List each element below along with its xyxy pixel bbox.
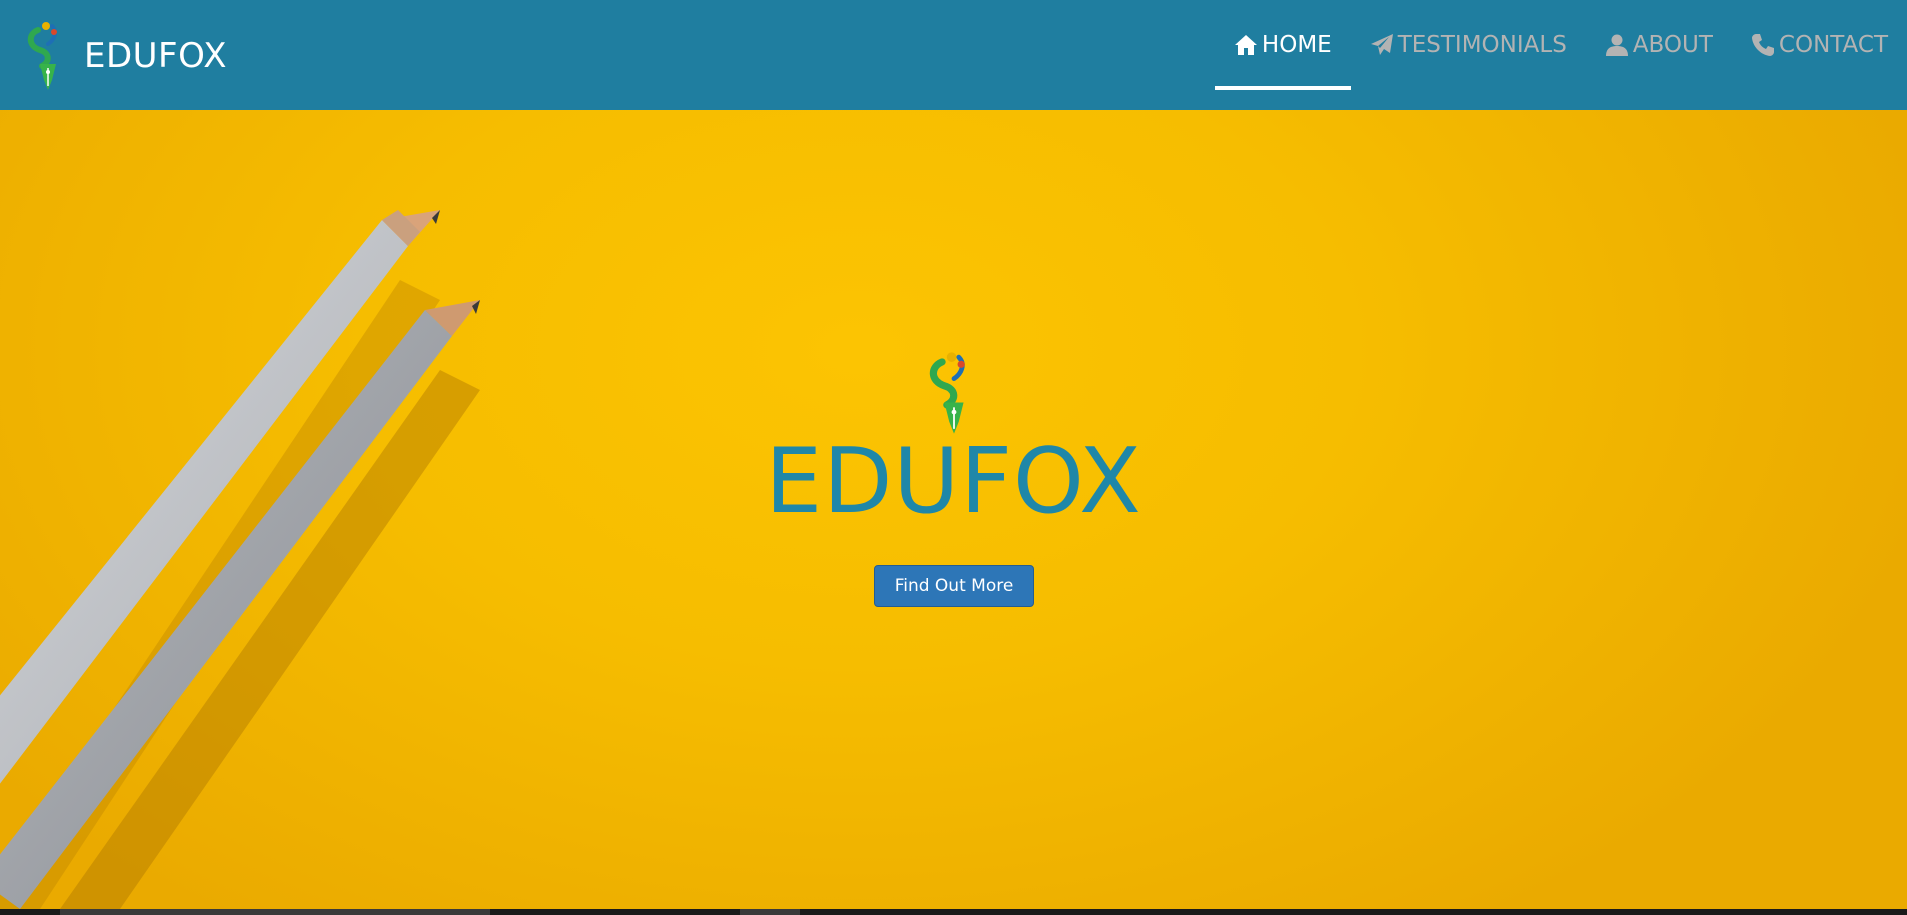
nav-item-testimonials[interactable]: TESTIMONIALS	[1351, 0, 1586, 90]
scrollbar-thumb-secondary[interactable]	[740, 909, 800, 915]
find-out-more-button[interactable]: Find Out More	[874, 565, 1034, 607]
hero-content: EDUFOX Find Out More	[0, 110, 1907, 909]
top-navbar: EDUFOX HOME TESTIMONIALS ABOUT CONTACT	[0, 0, 1907, 110]
brand-link[interactable]: EDUFOX	[24, 20, 227, 92]
brand-name: EDUFOX	[84, 36, 227, 76]
hero-title: EDUFOX	[765, 429, 1142, 534]
hero-section: EDUFOX Find Out More	[0, 110, 1907, 909]
nav-label-home: HOME	[1261, 32, 1332, 58]
nav-item-about[interactable]: ABOUT	[1586, 0, 1732, 90]
nav-label-contact: CONTACT	[1778, 32, 1888, 58]
nav-label-about: ABOUT	[1632, 32, 1713, 58]
paper-plane-icon	[1370, 33, 1394, 57]
nav-label-testimonials: TESTIMONIALS	[1397, 32, 1567, 58]
main-nav: HOME TESTIMONIALS ABOUT CONTACT	[1214, 0, 1907, 110]
nav-item-contact[interactable]: CONTACT	[1732, 0, 1907, 90]
nav-item-home[interactable]: HOME	[1214, 0, 1351, 90]
phone-icon	[1751, 33, 1775, 57]
edufox-hero-logo-icon	[929, 352, 965, 434]
home-icon	[1234, 33, 1258, 57]
user-icon	[1605, 33, 1629, 57]
edufox-logo-icon	[27, 22, 57, 90]
scrollbar-thumb[interactable]	[60, 909, 490, 915]
